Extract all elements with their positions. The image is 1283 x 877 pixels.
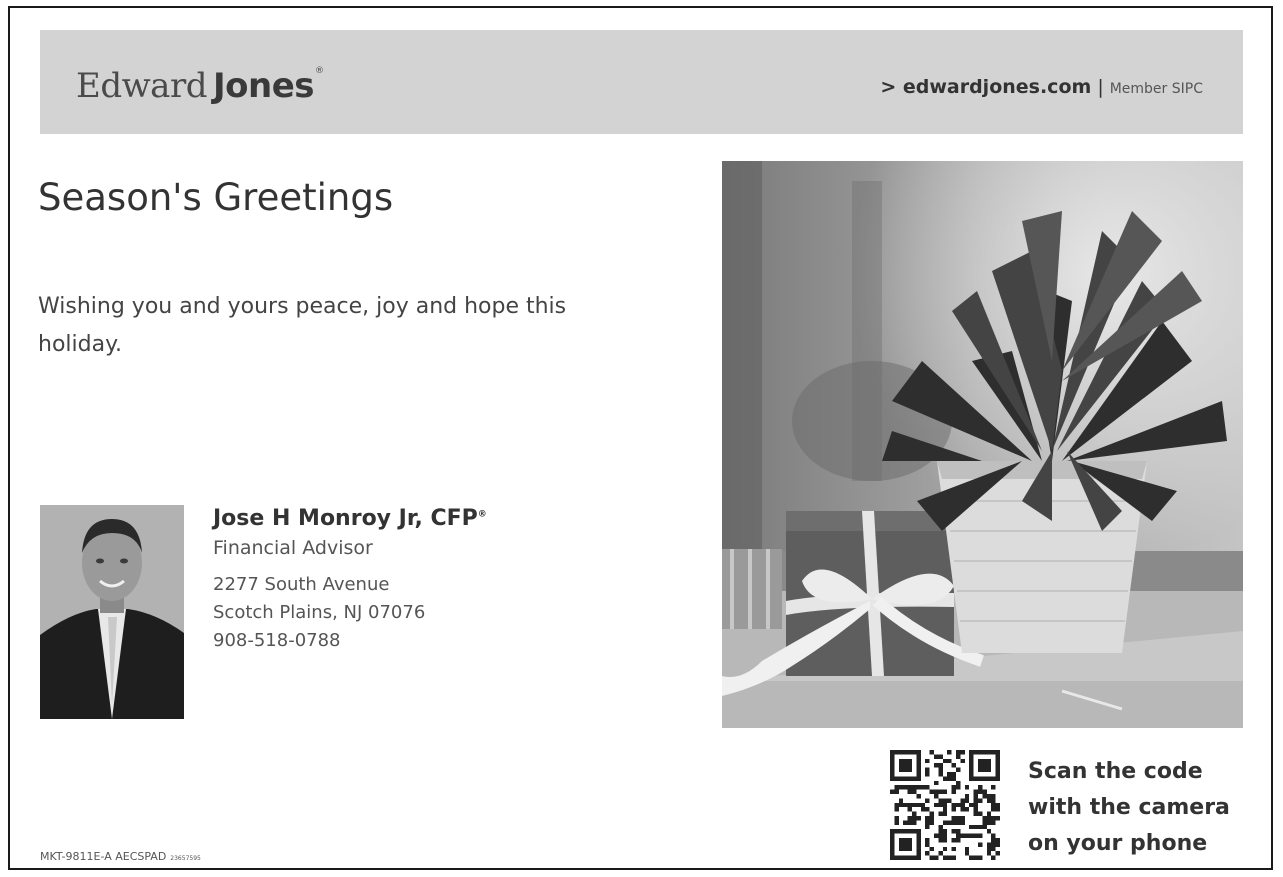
footer-code-text: MKT-9811E-A AECSPAD [40,850,167,863]
advisor-name-line: Jose H Monroy Jr, CFP® [213,506,487,531]
header-bar: Edward Jones® > edwardjones.com | Member SI… [40,30,1243,134]
website-link[interactable]: > edwardjones.com [880,76,1091,98]
advisor-address: 2277 South Avenue Scotch Plains, NJ 0707… [213,571,487,655]
header-links: > edwardjones.com | Member SIPC [880,76,1203,98]
advisor-name-mark: ® [477,509,487,520]
scan-line-1: Scan the code [1028,759,1203,784]
logo-text-jones: Jones [212,66,315,106]
advisor-info: Jose H Monroy Jr, CFP® Financial Advisor… [213,506,487,655]
greeting-message: Wishing you and yours peace, joy and hop… [38,294,567,357]
qr-code-icon[interactable] [890,750,1000,860]
advisor-photo [40,505,184,719]
header-separator: | [1097,76,1104,98]
footer-code-small: 23657595 [170,855,201,862]
edward-jones-logo: Edward Jones® [76,66,324,106]
poinsettia-gift-photo [722,161,1243,728]
logo-text-edward: Edward [76,66,207,106]
address-line-2: Scotch Plains, NJ 07076 [213,602,426,623]
scan-line-3: on your phone [1028,831,1208,856]
scan-line-2: with the camera [1028,795,1230,820]
member-sipc: Member SIPC [1109,81,1203,97]
advisor-phone: 908-518-0788 [213,630,341,651]
footer-code: MKT-9811E-A AECSPAD 23657595 [40,850,201,863]
greeting-card: Edward Jones® > edwardjones.com | Member SI… [8,6,1273,870]
page-title: Season's Greetings [38,176,394,219]
scan-instructions: Scan the code with the camera on your ph… [1028,754,1258,862]
advisor-role: Financial Advisor [213,537,373,559]
address-line-1: 2277 South Avenue [213,574,390,595]
advisor-name: Jose H Monroy Jr, CFP [213,506,478,531]
